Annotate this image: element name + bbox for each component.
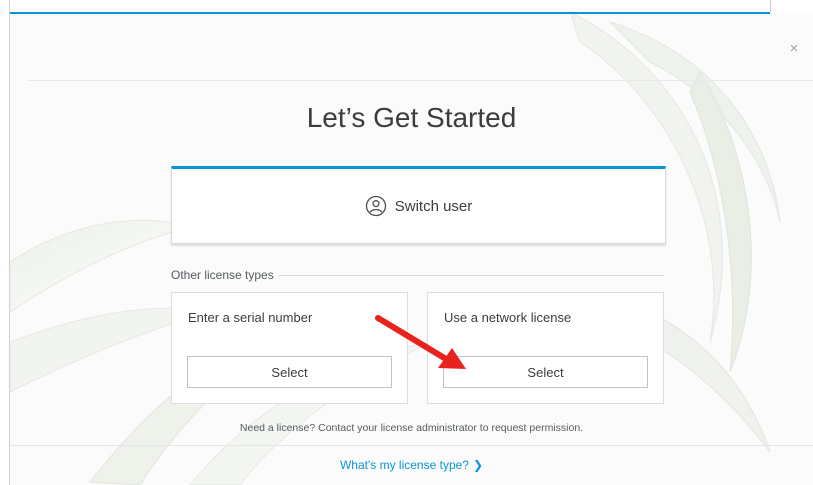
network-license-card: Use a network license Select (427, 292, 664, 404)
serial-number-card: Enter a serial number Select (171, 292, 408, 404)
other-license-divider (277, 274, 664, 276)
other-license-types-header: Other license types (171, 267, 664, 283)
background-artwork (10, 12, 781, 485)
license-note: Need a license? Contact your license adm… (239, 422, 584, 434)
screen: × Let’s Get Started Switch user Other li… (0, 0, 813, 485)
network-license-select-button[interactable]: Select (443, 356, 648, 388)
chevron-right-icon: ❯ (472, 458, 484, 472)
close-button[interactable]: × (785, 40, 803, 58)
serial-number-title: Enter a serial number (188, 310, 313, 325)
page-title: Let’s Get Started (306, 102, 517, 133)
license-type-link-label: What's my license type? (339, 458, 469, 472)
header-divider (28, 80, 813, 81)
window-left-edge (0, 0, 10, 485)
close-icon: × (789, 40, 799, 57)
serial-number-select-button[interactable]: Select (187, 356, 392, 388)
switch-user-button[interactable]: Switch user (171, 166, 666, 244)
user-circle-icon (365, 195, 387, 217)
license-type-link[interactable]: What's my license type? ❯ (10, 458, 813, 472)
network-license-title: Use a network license (444, 310, 572, 325)
top-accent-bar (10, 12, 770, 14)
window-edge-mark (770, 0, 771, 12)
other-license-types-label: Other license types (171, 268, 274, 282)
license-dialog: × Let’s Get Started Switch user Other li… (10, 12, 813, 485)
switch-user-content: Switch user (365, 195, 473, 217)
footer-divider (10, 445, 813, 446)
switch-user-label: Switch user (394, 197, 473, 215)
